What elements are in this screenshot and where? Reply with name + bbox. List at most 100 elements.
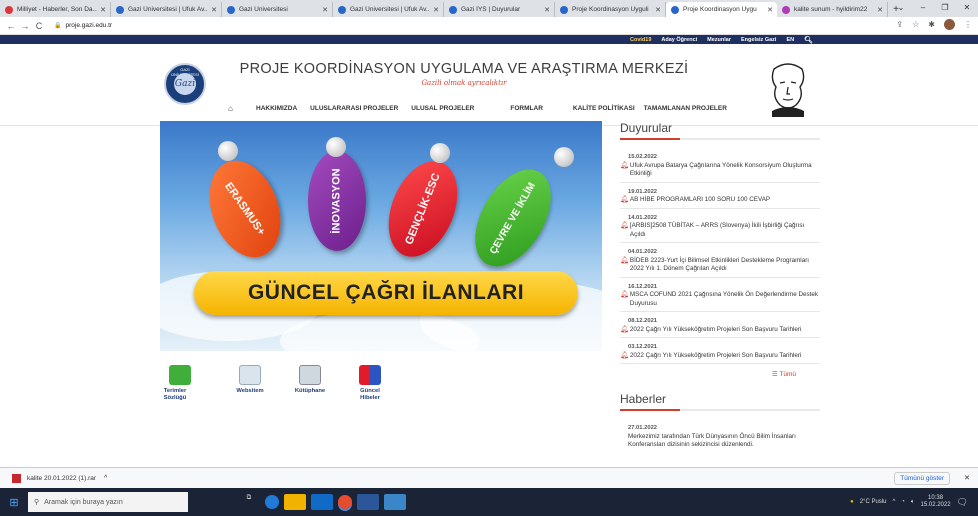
close-tab-icon[interactable]: ✕ bbox=[322, 6, 328, 14]
maximize-button[interactable]: ❐ bbox=[934, 0, 956, 17]
all-announcements-link[interactable]: ☰ Tümü bbox=[620, 370, 796, 378]
tag-cevre: ÇEVRE VE İKLİM bbox=[459, 156, 567, 280]
nav-ulusal[interactable]: ULUSAL PROJELER bbox=[411, 105, 474, 112]
nav-tamamlanan[interactable]: TAMAMLANAN PROJELER bbox=[644, 105, 727, 112]
download-item[interactable]: kalite 20.01.2022 (1).rar bbox=[27, 475, 96, 482]
close-tab-icon[interactable]: ✕ bbox=[655, 6, 661, 14]
url-field[interactable]: 🔒 proje.gazi.edu.tr bbox=[54, 19, 854, 32]
announcement-item[interactable]: 04.01.2022 🔔︎ BİDEB 2223-Yurt İçi Bilimsel… bbox=[620, 243, 820, 278]
close-tab-icon[interactable]: ✕ bbox=[211, 6, 217, 14]
store-icon[interactable] bbox=[311, 494, 333, 510]
bell-icon: 🔔︎ bbox=[620, 256, 629, 264]
windows-start-icon[interactable]: ⊞ bbox=[0, 496, 28, 509]
tag-pin bbox=[554, 147, 574, 167]
gazi-logo[interactable]: GAZİ ÜNİVERSİTESİ Gazi bbox=[164, 63, 206, 105]
announcement-item[interactable]: 08.12.2021 🔔︎ 2022 Çağrı Yılı Yükseköğreti… bbox=[620, 312, 820, 338]
bell-icon: 🔔︎ bbox=[620, 161, 629, 169]
announcement-list: 15.02.2022 🔔︎ Ufuk Avrupa Batarya Çağrılar… bbox=[620, 148, 820, 364]
quicklink-kutuphane[interactable]: Kütüphane bbox=[290, 365, 330, 395]
tab-title: Proje Koordinasyon Uygu bbox=[683, 6, 757, 13]
announcement-item[interactable]: 15.02.2022 🔔︎ Ufuk Avrupa Batarya Çağrılar… bbox=[620, 148, 820, 183]
photos-icon[interactable] bbox=[384, 494, 406, 510]
tab-search-icon[interactable]: ⌄ bbox=[890, 0, 912, 17]
close-tab-icon[interactable]: ✕ bbox=[433, 6, 439, 14]
weather-text[interactable]: 2°C Puslu bbox=[860, 499, 887, 505]
address-bar: ← → C 🔒 proje.gazi.edu.tr ⇪ ☆ ✱ ⋮ bbox=[0, 17, 978, 35]
nav-uluslararasi[interactable]: ULUSLARARASI PROJELER bbox=[310, 105, 398, 112]
announcement-title: AB HİBE PROGRAMLARI 100 SORU 100 CEVAP bbox=[629, 196, 771, 203]
forward-button[interactable]: → bbox=[18, 21, 32, 31]
network-icon[interactable]: ◔ bbox=[901, 499, 905, 505]
quicklink-terimler[interactable]: Terimler Sözlüğü bbox=[160, 365, 200, 402]
word-icon[interactable] bbox=[357, 494, 379, 510]
tab-title: Milliyet - Haberler, Son Da... bbox=[17, 6, 98, 13]
close-downloads-icon[interactable]: ✕ bbox=[964, 474, 970, 482]
topnav-engelsiz[interactable]: Engelsiz Gazi bbox=[741, 37, 776, 43]
minimize-button[interactable]: – bbox=[912, 0, 934, 17]
search-icon: ⚲ bbox=[34, 499, 40, 506]
taskbar-search[interactable]: ⚲ Aramak için buraya yazın bbox=[28, 492, 188, 512]
announcement-item[interactable]: 19.01.2022 🔔︎ AB HİBE PROGRAMLARI 100 SORU… bbox=[620, 183, 820, 209]
back-button[interactable]: ← bbox=[4, 21, 18, 31]
topnav-lang[interactable]: EN bbox=[786, 37, 794, 43]
close-tab-icon[interactable]: ✕ bbox=[877, 6, 883, 14]
announcement-item[interactable]: 03.12.2021 🔔︎ 2022 Çağrı Yılı Yükseköğreti… bbox=[620, 338, 820, 364]
close-tab-icon[interactable]: ✕ bbox=[544, 6, 550, 14]
quicklink-websitem[interactable]: Websitem bbox=[230, 365, 270, 395]
news-item[interactable]: 27.01.2022 Merkezimiz tarafından Türk Dün… bbox=[620, 419, 820, 453]
tray-chevron-icon[interactable]: ^ bbox=[892, 499, 895, 505]
close-window-button[interactable]: ✕ bbox=[956, 0, 978, 17]
announcement-date: 04.01.2022 bbox=[628, 249, 658, 255]
browser-tab[interactable]: kalite sunum - hyildirim22 ✕ bbox=[777, 2, 888, 17]
clock[interactable]: 10:38 15.02.2022 bbox=[921, 495, 951, 509]
news-text: Merkezimiz tarafından Türk Dünyasının Ön… bbox=[628, 432, 796, 449]
nav-hakkimizda[interactable]: HAKKIMIZDA bbox=[256, 105, 297, 112]
nav-kalite[interactable]: KALİTE POLİTİKASI bbox=[573, 105, 635, 112]
favicon-icon bbox=[227, 5, 235, 14]
speaker-icon[interactable]: 🔈︎ bbox=[911, 499, 915, 506]
edge-icon[interactable] bbox=[265, 495, 279, 509]
page-subtitle: Gazili olmak ayrıcalıktır bbox=[421, 79, 507, 87]
favicon-icon bbox=[671, 5, 679, 14]
hero-banner[interactable]: ERASMUS+ İNOVASYON GENÇLİK-ESC ÇEVRE VE … bbox=[160, 121, 602, 351]
url-text: proje.gazi.edu.tr bbox=[65, 22, 113, 29]
quick-links: Terimler Sözlüğü Websitem Kütüphane Günc… bbox=[160, 365, 420, 425]
task-view-icon[interactable]: ⧉ bbox=[238, 494, 260, 510]
topnav-mezunlar[interactable]: Mezunlar bbox=[707, 37, 731, 43]
browser-tab[interactable]: Gazi Üniversitesi | Ufuk Av... ✕ bbox=[111, 2, 222, 17]
announcement-date: 15.02.2022 bbox=[628, 154, 658, 160]
extensions-icon[interactable]: ✱ bbox=[928, 20, 935, 29]
share-icon[interactable]: ⇪ bbox=[896, 20, 903, 29]
flags-icon bbox=[359, 365, 381, 385]
reload-button[interactable]: C bbox=[32, 21, 46, 31]
file-explorer-icon[interactable] bbox=[284, 494, 306, 510]
announcement-title: BİDEB 2223-Yurt İçi Bilimsel Etkinlikler… bbox=[629, 256, 810, 273]
tab-title: Gazi Üniversitesi | Ufuk Av... bbox=[350, 6, 431, 13]
topnav-aday[interactable]: Aday Öğrenci bbox=[661, 37, 697, 43]
announcement-item[interactable]: 14.01.2022 🔔︎ [ARBIS]2508 TÜBİTAK – ARRS (… bbox=[620, 209, 820, 243]
browser-tab[interactable]: Gazi Üniversitesi ✕ bbox=[222, 2, 333, 17]
close-tab-icon[interactable]: ✕ bbox=[767, 6, 773, 14]
menu-icon[interactable]: ⋮ bbox=[964, 20, 972, 29]
topnav-covid[interactable]: Covid19 bbox=[630, 37, 651, 43]
bookmark-star-icon[interactable]: ☆ bbox=[912, 20, 919, 29]
quicklink-hibeler[interactable]: Güncel Hibeler bbox=[350, 365, 390, 402]
chrome-icon[interactable] bbox=[338, 495, 352, 509]
show-all-downloads-button[interactable]: Tümünü göster bbox=[894, 471, 950, 485]
home-icon[interactable]: ⌂ bbox=[228, 104, 258, 113]
close-tab-icon[interactable]: ✕ bbox=[100, 6, 106, 14]
notifications-icon[interactable]: 🗨︎ bbox=[957, 497, 968, 508]
windows-taskbar: ⊞ ⚲ Aramak için buraya yazın ⧉ ● 2°C Pus… bbox=[0, 488, 978, 516]
bell-icon: 🔔︎ bbox=[620, 291, 629, 298]
browser-tab[interactable]: Gazi Üniversitesi | Ufuk Av... ✕ bbox=[333, 2, 444, 17]
chevron-up-icon[interactable]: ^ bbox=[104, 475, 107, 482]
browser-tab[interactable]: Milliyet - Haberler, Son Da... ✕ bbox=[0, 2, 111, 17]
search-icon[interactable]: 🔍︎ bbox=[804, 36, 813, 44]
browser-tab[interactable]: Gazi İYS | Duyurular ✕ bbox=[444, 2, 555, 17]
nav-formlar[interactable]: FORMLAR bbox=[510, 105, 543, 112]
announcement-item[interactable]: 16.12.2021 🔔︎ MSCA COFUND 2021 Çağrısına Y… bbox=[620, 278, 820, 312]
tab-title: Proje Koordinasyon Uyguli bbox=[572, 6, 649, 13]
browser-tab[interactable]: Proje Koordinasyon Uygu ✕ bbox=[666, 2, 777, 17]
profile-avatar[interactable] bbox=[944, 19, 955, 30]
browser-tab[interactable]: Proje Koordinasyon Uyguli ✕ bbox=[555, 2, 666, 17]
